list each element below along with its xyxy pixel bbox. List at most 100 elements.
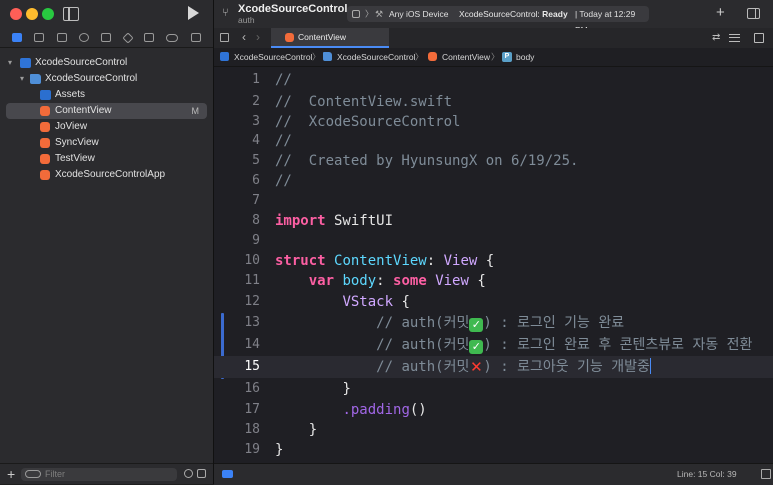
editor-tab-bar: ‹ › ContentView ⇄	[214, 28, 773, 49]
back-chevron-icon[interactable]: ‹	[242, 30, 246, 44]
source-editor[interactable]: 1 // 2 // ContentView.swift 3 // XcodeSo…	[214, 67, 773, 463]
bookmark-navigator-icon[interactable]	[56, 33, 67, 42]
chevron-down-icon[interactable]: ▾	[20, 71, 24, 87]
tab-contentview[interactable]: ContentView	[271, 28, 389, 48]
line-number: 19	[244, 442, 260, 457]
source-control-navigator-icon[interactable]	[34, 33, 45, 42]
tree-item-joview[interactable]: JoView	[0, 119, 213, 135]
window-toolbar: ⑂ XcodeSourceControl auth 〉 ⚒ Any iOS De…	[214, 0, 773, 35]
inspector-toggle-icon[interactable]	[747, 8, 760, 19]
modifier-call: .padding	[342, 402, 410, 418]
close-window-button[interactable]	[10, 8, 22, 20]
find-navigator-icon[interactable]	[79, 33, 90, 42]
code-line-current[interactable]: 15 // auth(커밋✕) : 로그아웃 기능 개발중	[214, 356, 773, 378]
swift-file-icon	[285, 33, 294, 42]
breakpoint-navigator-icon[interactable]	[166, 33, 179, 42]
recent-files-icon[interactable]	[184, 469, 193, 478]
swift-file-icon	[40, 170, 50, 180]
code-line[interactable]: 13 // auth(커밋 ✓) : 로그인 기능 완료	[214, 312, 773, 334]
cross-mark-emoji-icon: ✕	[470, 358, 483, 376]
file-tree: ▾ XcodeSourceControl ▾ XcodeSourceContro…	[0, 55, 213, 183]
tab-label: ContentView	[298, 32, 347, 42]
report-navigator-icon[interactable]	[190, 33, 201, 42]
branch-name[interactable]: auth	[238, 15, 255, 25]
scheme-icon[interactable]	[352, 10, 360, 18]
run-destination[interactable]: Any iOS Device	[389, 6, 449, 22]
comment-text: ) : 로그인 기능 완료	[483, 315, 625, 331]
code-token: {	[477, 253, 495, 269]
type-name: View	[435, 273, 469, 289]
forward-chevron-icon[interactable]: ›	[256, 30, 260, 44]
tree-item-label: XcodeSourceControl	[45, 73, 138, 84]
code-line[interactable]: 11 var body: some View {	[214, 270, 773, 292]
code-token: }	[308, 422, 318, 438]
crumb-label: ContentView	[442, 52, 491, 62]
code-text: }	[275, 378, 350, 400]
code-line[interactable]: 4 //	[214, 130, 773, 152]
hammer-icon: ⚒	[375, 9, 384, 19]
build-status: XcodeSourceControl: Ready	[459, 6, 568, 22]
zoom-window-button[interactable]	[42, 8, 54, 20]
code-text: import SwiftUI	[275, 210, 393, 232]
code-line[interactable]: 19 }	[214, 439, 773, 461]
debug-area-toggle-icon[interactable]	[222, 470, 233, 478]
source-control-filter-icon[interactable]	[197, 469, 206, 478]
debug-navigator-icon[interactable]	[144, 33, 155, 42]
tree-item-app[interactable]: XcodeSourceControlApp	[0, 167, 213, 183]
code-line[interactable]: 2 // ContentView.swift	[214, 91, 773, 113]
related-items-icon[interactable]	[220, 33, 229, 42]
tree-item-assets[interactable]: Assets	[0, 87, 213, 103]
line-number: 18	[244, 422, 260, 437]
tree-item-project[interactable]: ▾ XcodeSourceControl	[0, 55, 213, 71]
code-line[interactable]: 6 //	[214, 170, 773, 192]
type-name: VStack	[342, 294, 394, 310]
chevron-down-icon[interactable]: ▾	[8, 55, 12, 71]
code-line[interactable]: 16 }	[214, 378, 773, 400]
editor-options-icon[interactable]	[729, 34, 740, 42]
code-line[interactable]: 7	[214, 190, 773, 212]
project-navigator-icon[interactable]	[12, 33, 23, 42]
tree-item-label: XcodeSourceControlApp	[55, 169, 166, 180]
tree-item-syncview[interactable]: SyncView	[0, 135, 213, 151]
code-line[interactable]: 5 // Created by HyunsungX on 6/19/25.	[214, 150, 773, 172]
code-line[interactable]: 9	[214, 230, 773, 252]
tree-item-group[interactable]: ▾ XcodeSourceControl	[0, 71, 213, 87]
code-line[interactable]: 14 // auth(커밋 ✓) : 로그인 완료 후 콘텐츠뷰로 자동 전환	[214, 334, 773, 356]
add-file-button[interactable]: +	[7, 466, 15, 482]
code-line[interactable]: 18 }	[214, 419, 773, 441]
line-number: 7	[252, 193, 260, 208]
filter-input[interactable]: Filter	[21, 468, 177, 481]
code-text: VStack {	[275, 291, 409, 313]
tree-item-testview[interactable]: TestView	[0, 151, 213, 167]
split-editor-icon[interactable]	[754, 33, 764, 43]
code-text: // auth(커밋✕) : 로그아웃 기능 개발중	[275, 356, 652, 378]
test-navigator-icon[interactable]	[122, 31, 134, 44]
run-button[interactable]	[188, 6, 199, 20]
chevron-right-icon: 〉	[312, 52, 321, 62]
tree-item-contentview[interactable]: ContentView M	[6, 103, 207, 119]
code-line[interactable]: 10 struct ContentView: View {	[214, 250, 773, 272]
code-line[interactable]: 12 VStack {	[214, 291, 773, 313]
code-text: }	[275, 442, 284, 458]
code-token: SwiftUI	[325, 213, 394, 229]
minimap-toggle-icon[interactable]	[761, 469, 771, 479]
sidebar-toggle-icon[interactable]	[63, 7, 79, 21]
filter-options-icon[interactable]	[25, 470, 41, 478]
line-number: 4	[252, 133, 260, 148]
code-line[interactable]: 17 .padding()	[214, 399, 773, 421]
code-line[interactable]: 8 import SwiftUI	[214, 210, 773, 232]
line-number: 10	[244, 253, 260, 268]
swap-editor-icon[interactable]: ⇄	[712, 32, 720, 43]
line-number: 8	[252, 213, 260, 228]
minimize-window-button[interactable]	[26, 8, 38, 20]
app-project-icon	[20, 58, 31, 68]
issue-navigator-icon[interactable]	[101, 33, 112, 42]
code-line[interactable]: 1 //	[214, 69, 773, 91]
library-add-button[interactable]: +	[716, 4, 725, 21]
modified-badge: M	[191, 106, 200, 116]
chevron-right-icon: 〉	[415, 52, 424, 62]
